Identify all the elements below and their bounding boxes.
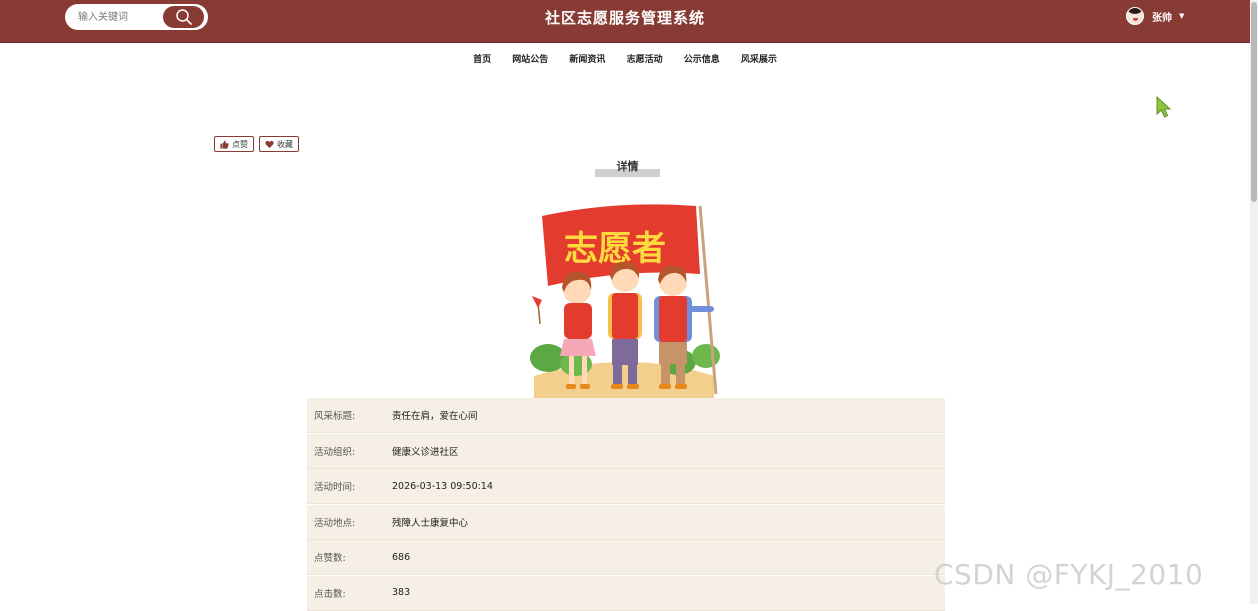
nav-item-home[interactable]: 首页: [473, 52, 491, 65]
detail-title-text: 详情: [616, 160, 639, 173]
favorite-button[interactable]: 收藏: [259, 136, 299, 152]
row-value: 健康义诊进社区: [392, 446, 459, 458]
mouse-cursor-icon: [1156, 95, 1172, 118]
row-value: 383: [392, 587, 411, 598]
detail-table: 风采标题: 责任在肩，爱在心间 活动组织: 健康义诊进社区 活动时间: 2026…: [307, 398, 945, 611]
nav-item-showcase[interactable]: 风采展示: [741, 52, 777, 65]
like-button[interactable]: 点赞: [214, 136, 254, 152]
row-label: 活动地点:: [314, 517, 356, 529]
scrollbar-thumb[interactable]: [1251, 2, 1257, 202]
row-label: 风采标题:: [314, 411, 356, 422]
top-bar: 社区志愿服务管理系统 张帅 ▼: [0, 0, 1250, 43]
user-name: 张帅: [1152, 12, 1172, 24]
caret-down-icon: ▼: [1179, 12, 1185, 20]
nav-item-announcements[interactable]: 网站公告: [512, 52, 548, 65]
detail-title: 详情: [595, 158, 660, 177]
row-value: 残障人士康复中心: [392, 517, 469, 529]
detail-row-likes: 点赞数: 686: [307, 540, 945, 574]
row-label: 活动时间:: [314, 482, 356, 493]
detail-row-title: 风采标题: 责任在肩，爱在心间: [307, 398, 945, 432]
site-title: 社区志愿服务管理系统: [544, 9, 705, 27]
banner-text: 志愿者: [564, 229, 666, 269]
watermark: CSDN @FYKJ_2010: [934, 558, 1204, 591]
nav-item-public-info[interactable]: 公示信息: [684, 52, 720, 65]
row-label: 点击数:: [314, 588, 346, 600]
detail-row-time: 活动时间: 2026-03-13 09:50:14: [307, 469, 945, 503]
user-menu[interactable]: 张帅 ▼: [1126, 6, 1184, 26]
detail-row-location: 活动地点: 残障人士康复中心: [307, 504, 945, 539]
volunteer-illustration: 志愿者: [530, 204, 720, 398]
nav-item-volunteer-activities[interactable]: 志愿活动: [627, 52, 663, 65]
detail-row-clicks: 点击数: 383: [307, 575, 945, 610]
action-bar: 点赞 收藏: [214, 136, 299, 152]
row-value: 686: [392, 551, 411, 563]
nav-item-news[interactable]: 新闻资讯: [569, 52, 605, 65]
like-label: 点赞: [232, 139, 248, 149]
row-label: 点赞数:: [314, 553, 346, 564]
row-value: 2026-03-13 09:50:14: [392, 480, 493, 492]
thumbs-up-icon: [220, 139, 229, 149]
scrollbar[interactable]: [1250, 0, 1258, 604]
heart-icon: [265, 140, 274, 148]
row-label: 活动组织:: [314, 446, 356, 458]
favorite-label: 收藏: [277, 139, 293, 149]
detail-row-organization: 活动组织: 健康义诊进社区: [307, 433, 945, 468]
avatar: [1126, 7, 1144, 25]
main-nav: 首页 网站公告 新闻资讯 志愿活动 公示信息 风采展示: [0, 52, 1250, 65]
row-value: 责任在肩，爱在心间: [392, 411, 478, 422]
